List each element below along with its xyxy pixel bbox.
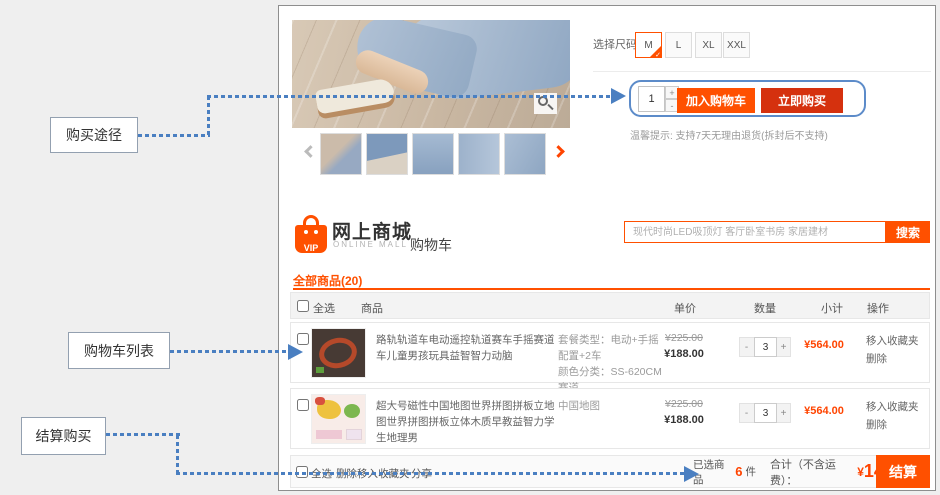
divider	[593, 71, 931, 72]
size-label: 选择尺码:	[593, 36, 640, 52]
bag-dot	[304, 230, 308, 234]
price-original: ¥225.00	[652, 398, 716, 410]
column-product: 商品	[361, 300, 383, 316]
column-actions: 操作	[867, 300, 889, 316]
annotation-connector	[138, 134, 210, 137]
row-quantity-input[interactable]	[754, 403, 777, 423]
annotation-arrow-icon	[288, 344, 303, 360]
column-unit-price: 单价	[674, 300, 696, 316]
cart-table-header: 全选 商品 单价 数量 小计 操作	[290, 292, 930, 319]
product-thumbnail-1[interactable]	[320, 133, 362, 175]
brand-subtitle: ONLINE MALL	[333, 240, 408, 249]
size-option-xl[interactable]: XL	[695, 32, 722, 58]
annotation-connector	[176, 435, 179, 474]
chevron-right-icon	[552, 145, 565, 158]
product-title[interactable]: 路轨轨道车电动遥控轨道赛车手摇赛道车儿童男孩玩具益智智力动脑	[376, 332, 558, 364]
price-current: ¥188.00	[652, 348, 716, 360]
search-input[interactable]	[624, 221, 886, 243]
quantity-stepper: - +	[739, 403, 791, 423]
return-policy-notice: 温馨提示: 支持7天无理由退货(拆封后不支持)	[630, 127, 828, 142]
size-option-label: XXL	[727, 40, 746, 51]
annotation-connector	[176, 472, 684, 475]
checkout-button[interactable]: 结算	[876, 455, 930, 488]
row-subtotal: ¥564.00	[789, 339, 859, 351]
currency-symbol: ¥	[857, 465, 864, 479]
price-original: ¥225.00	[652, 332, 716, 344]
annotation-cart-list: 购物车列表	[68, 332, 170, 369]
shop-panel: 选择尺码: M ✓ L XL XXL + - 加入购物车 立即购买 温馨提示: …	[278, 5, 936, 491]
annotation-arrow-icon	[684, 466, 699, 482]
tutorial-canvas: 选择尺码: M ✓ L XL XXL + - 加入购物车 立即购买 温馨提示: …	[0, 0, 940, 495]
size-option-xxl[interactable]: XXL	[723, 32, 750, 58]
column-select-all: 全选	[313, 300, 335, 316]
size-option-label: L	[676, 40, 682, 51]
search-button[interactable]: 搜索	[886, 221, 930, 243]
tab-underline	[293, 288, 930, 290]
bag-dot	[314, 230, 318, 234]
delete-link[interactable]: 删除	[866, 417, 926, 432]
annotation-connector	[106, 433, 180, 436]
decrease-button[interactable]: -	[740, 338, 753, 356]
prev-thumbnails-button[interactable]	[301, 143, 319, 161]
total-label: 合计（不含运费）：	[770, 456, 857, 488]
move-to-favorites-link[interactable]: 移入收藏夹	[866, 333, 926, 348]
buy-now-button[interactable]: 立即购买	[761, 88, 843, 113]
row-checkbox[interactable]	[297, 399, 309, 411]
annotation-connector	[207, 95, 611, 98]
annotation-checkout: 结算购买	[21, 417, 106, 455]
column-quantity: 数量	[754, 300, 776, 316]
product-main-image	[292, 20, 570, 128]
product-image-map-puzzle[interactable]	[311, 394, 366, 444]
cart-row: 超大号磁性中国地图世界拼图拼板立地图世界拼图拼板立体木质早教益智力学生地理男 中…	[290, 388, 930, 449]
size-option-l[interactable]: L	[665, 32, 692, 58]
row-quantity-input[interactable]	[754, 337, 777, 357]
tab-all-products[interactable]: 全部商品(20)	[293, 272, 362, 289]
add-to-cart-button[interactable]: 加入购物车	[677, 88, 755, 113]
row-subtotal: ¥564.00	[789, 405, 859, 417]
size-option-label: XL	[702, 40, 714, 51]
annotation-arrow-icon	[611, 88, 626, 104]
selected-count: 6	[735, 464, 742, 479]
page-title: 购物车	[410, 235, 452, 255]
vip-label: VIP	[295, 243, 327, 253]
decrease-button[interactable]: -	[740, 404, 753, 422]
product-thumbnail-4[interactable]	[458, 133, 500, 175]
quantity-input[interactable]	[638, 86, 665, 112]
product-title[interactable]: 超大号磁性中国地图世界拼图拼板立地图世界拼图拼板立体木质早教益智力学生地理男	[376, 398, 558, 446]
delete-link[interactable]: 删除	[866, 351, 926, 366]
column-subtotal: 小计	[821, 300, 843, 316]
brand-logo-bag-icon: VIP	[295, 215, 327, 254]
selected-unit: 件	[745, 464, 756, 479]
select-all-checkbox[interactable]	[297, 300, 309, 312]
product-thumbnail-2[interactable]	[366, 133, 408, 175]
annotation-connector	[170, 350, 288, 353]
product-image-race-track[interactable]	[311, 328, 366, 378]
product-thumbnail-5[interactable]	[504, 133, 546, 175]
product-thumbnail-3[interactable]	[412, 133, 454, 175]
price-current: ¥188.00	[652, 414, 716, 426]
cart-row: 路轨轨道车电动遥控轨道赛车手摇赛道车儿童男孩玩具益智智力动脑 套餐类型：电动+手…	[290, 322, 930, 383]
annotation-connector	[207, 96, 210, 137]
check-icon: ✓	[655, 51, 661, 58]
next-thumbnails-button[interactable]	[552, 143, 570, 161]
annotation-purchase-path: 购买途径	[50, 117, 138, 153]
chevron-left-icon	[304, 145, 317, 158]
quantity-stepper: - +	[739, 337, 791, 357]
move-to-favorites-link[interactable]: 移入收藏夹	[866, 399, 926, 414]
size-option-m[interactable]: M ✓	[635, 32, 662, 58]
